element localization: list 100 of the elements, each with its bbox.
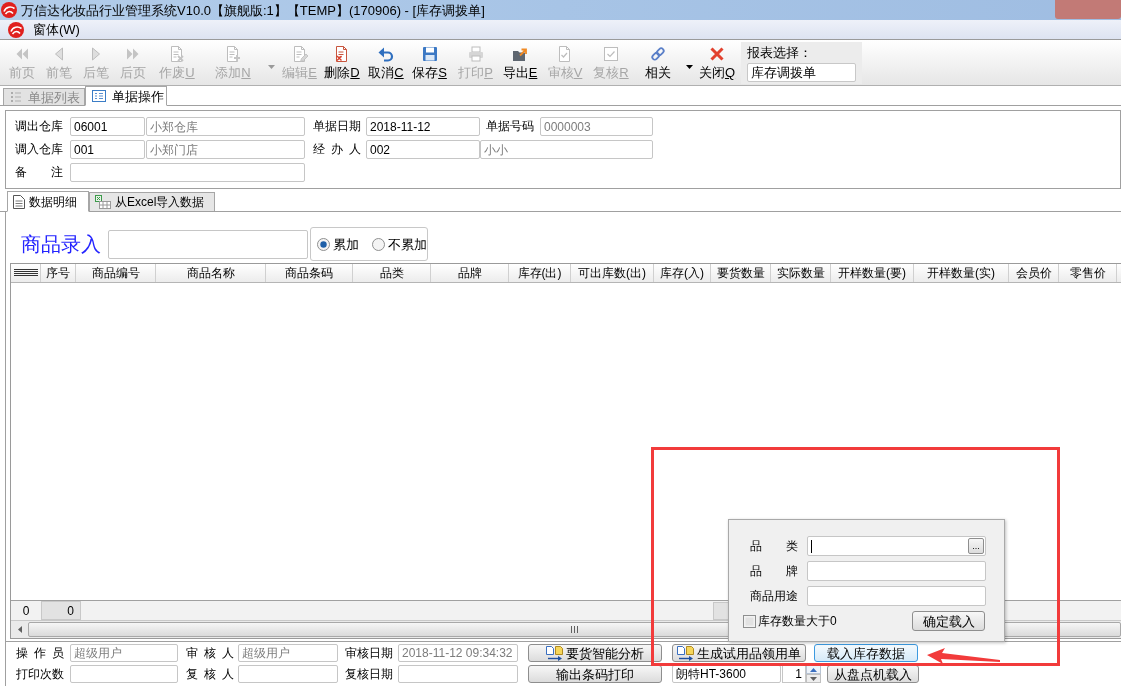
footer-cell: 0 [41, 601, 81, 620]
input-field[interactable]: 小小 [480, 140, 653, 159]
form-icon [92, 90, 106, 102]
browse-button[interactable]: ... [968, 538, 984, 554]
grip-icon [571, 626, 578, 633]
tab[interactable]: 单据操作 [85, 86, 167, 106]
action-button[interactable]: 输出条码打印 [528, 665, 662, 683]
document-icon [13, 194, 25, 209]
toolbar-button[interactable]: 导出E [500, 41, 540, 84]
field-label: 操 作 员 [16, 645, 64, 662]
app-logo-icon [1, 2, 17, 18]
toolbar-button[interactable]: 相关 [632, 41, 684, 84]
close-icon [709, 46, 725, 62]
menu-item[interactable]: 窗体(W) [32, 23, 81, 36]
list-icon [10, 91, 22, 103]
input-field[interactable]: 001 [70, 140, 145, 159]
input-field[interactable]: 2018-11-12 09:34:32 [398, 644, 518, 662]
folder-arrow-icon [512, 46, 528, 62]
column-header[interactable]: 库存(入) [654, 264, 711, 282]
check-square-icon [603, 46, 619, 62]
entry-field[interactable] [108, 229, 308, 259]
input-field[interactable]: 超级用户 [70, 644, 178, 662]
column-header[interactable]: 开样数量(实) [914, 264, 1009, 282]
field-label: 商品用途 [750, 588, 798, 605]
input-field[interactable] [398, 665, 518, 683]
field-label: 审 核 人 [186, 645, 234, 662]
spin-down-button[interactable] [806, 674, 821, 683]
toolbar-button[interactable]: 关闭Q [694, 41, 740, 84]
document-plus-icon [225, 46, 241, 62]
column-header[interactable]: 可出库数(出) [571, 264, 654, 282]
field-label: 复 核 人 [186, 666, 234, 683]
input-field[interactable]: 超级用户 [238, 644, 338, 662]
entry-label: 商品录入 [21, 234, 102, 254]
input-field[interactable] [238, 665, 338, 683]
up-arrow-icon [810, 667, 817, 672]
caret-icon [685, 64, 693, 69]
document-cross-icon [169, 46, 185, 62]
field-label: 品 类 [750, 538, 798, 555]
field-label: 调入仓库 [15, 141, 63, 158]
spreadsheet-icon [95, 195, 111, 209]
action-button[interactable]: 要货智能分析 [528, 644, 662, 662]
input-field[interactable]: 002 [366, 140, 480, 159]
field-label: 审核日期 [345, 645, 393, 662]
window-title: 万信达化妆品行业管理系统V10.0【旗舰版:1】【TEMP】(170906) - [库存调拨单] [21, 3, 485, 17]
app-logo-icon [8, 21, 24, 38]
input-field[interactable]: 0000003 [540, 117, 653, 136]
printer-icon [467, 46, 484, 62]
input-field[interactable]: 小郑仓库 [146, 117, 305, 136]
radio-option[interactable]: 累加 [317, 237, 359, 251]
double-right-arrow-icon [124, 46, 141, 62]
toolbar-button[interactable]: 保存S [408, 41, 451, 84]
toolbar-button[interactable]: 删除D [320, 41, 364, 84]
window-close-button[interactable] [1055, 0, 1121, 19]
checkbox[interactable]: 库存数量大于0 [743, 614, 837, 628]
field-label: 品 牌 [750, 563, 798, 580]
field-label: 复核日期 [345, 666, 393, 683]
undo-arrow-icon [378, 46, 394, 62]
tab[interactable]: 数据明细 [7, 191, 89, 212]
confirm-button[interactable]: 确定载入 [912, 611, 985, 631]
input-field[interactable]: 06001 [70, 117, 145, 136]
input-field[interactable]: ... [807, 536, 986, 556]
radio-option[interactable]: 不累加 [372, 237, 427, 251]
grid-menu-icon[interactable] [13, 269, 38, 277]
input-field[interactable]: 2018-11-12 [366, 117, 480, 136]
footer-cell-text: 0 [21, 602, 31, 620]
field-label: 单据号码 [486, 118, 534, 135]
column-header[interactable]: 开样数量(要) [831, 264, 914, 282]
action-button[interactable]: 生成试用品领用单 [672, 644, 806, 662]
caret-icon [267, 64, 275, 69]
input-field[interactable] [70, 163, 305, 182]
input-field[interactable] [807, 561, 986, 581]
field-label: 备 注 [15, 164, 63, 181]
input-field[interactable]: 小郑门店 [146, 140, 305, 159]
toolbar-button[interactable]: 取消C [364, 41, 408, 84]
input-field[interactable] [807, 586, 986, 606]
column-header[interactable]: 商品条码 [266, 264, 353, 282]
column-header[interactable]: 商品编号 [76, 264, 156, 282]
left-arrow-icon [17, 626, 22, 633]
down-arrow-icon [810, 676, 817, 681]
link-icon [650, 46, 666, 62]
column-header[interactable]: 商品名称 [156, 264, 266, 282]
column-header[interactable]: 品类 [353, 264, 431, 282]
column-header[interactable]: 要货数量 [711, 264, 771, 282]
field-label: 调出仓库 [15, 118, 63, 135]
document-pencil-icon [291, 46, 308, 62]
report-select-label: 报表选择： [747, 44, 813, 60]
column-header[interactable]: 库存(出) [509, 264, 571, 282]
action-button[interactable]: 载入库存数据 [814, 644, 918, 662]
column-header[interactable]: 序号 [41, 264, 76, 282]
column-header[interactable]: 品牌 [431, 264, 509, 282]
column-header[interactable]: 零售价 [1059, 264, 1117, 282]
document-cross-icon [334, 46, 350, 62]
column-header[interactable]: 实际数量 [771, 264, 831, 282]
input-field[interactable] [70, 665, 178, 683]
field-label: 经 办 人 [313, 141, 361, 158]
field-label: 单据日期 [313, 118, 361, 135]
report-select-field[interactable]: 库存调拨单 [747, 62, 856, 82]
column-header[interactable]: 会员价 [1009, 264, 1059, 282]
field-label: 打印次数 [16, 666, 64, 683]
tab[interactable]: 从Excel导入数据 [89, 192, 215, 211]
